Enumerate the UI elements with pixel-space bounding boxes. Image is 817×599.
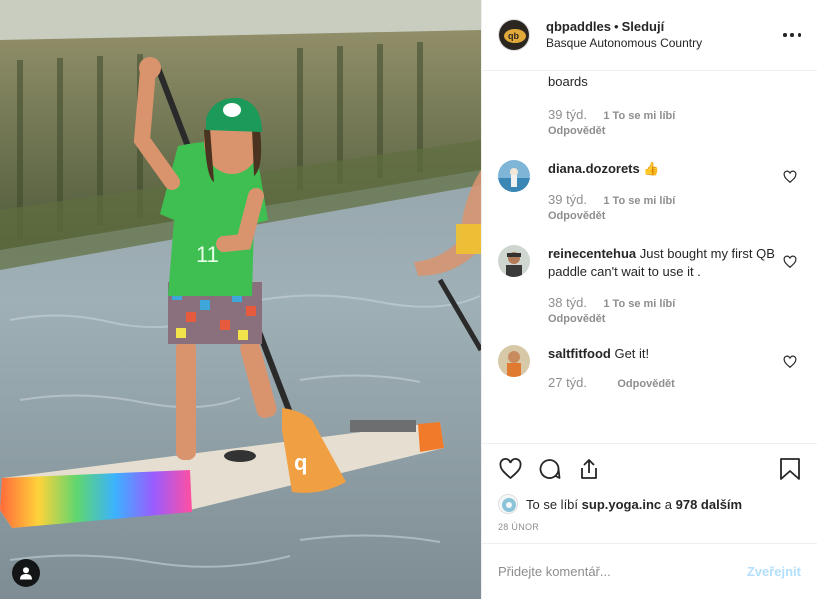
comment-time[interactable]: 39 týd. xyxy=(548,192,587,207)
comment-likes[interactable]: 1 To se mi líbí xyxy=(603,298,675,310)
svg-text:11: 11 xyxy=(196,242,219,267)
commenter-username[interactable]: saltfitfood xyxy=(548,346,611,361)
more-options-icon[interactable] xyxy=(783,26,801,44)
liker-username[interactable]: sup.yoga.inc xyxy=(582,497,661,512)
post-modal: q 11 qb qbpaddles • Sledují Basque Auton… xyxy=(0,0,817,599)
commenter-avatar[interactable] xyxy=(498,345,530,377)
comment-text: Get it! xyxy=(614,346,650,361)
comment-likes[interactable]: 1 To se mi líbí xyxy=(603,195,675,207)
likes-count[interactable]: 978 dalším xyxy=(676,497,743,512)
reply-button[interactable]: Odpovědět xyxy=(548,209,781,224)
comment-time[interactable]: 39 týd. xyxy=(548,107,587,122)
comment-icon[interactable] xyxy=(537,457,562,481)
heart-icon[interactable] xyxy=(783,255,797,269)
comment-text: boards xyxy=(548,74,588,89)
following-button[interactable]: Sledují xyxy=(622,19,665,34)
user-tag-icon xyxy=(20,567,32,580)
post-comment-button[interactable]: Zveřejnit xyxy=(747,564,801,579)
comment-item: diana.dozorets 👍 39 týd. 1 To se mi líbí… xyxy=(498,160,801,224)
likes-connector: a xyxy=(664,496,672,512)
add-comment-form: Zveřejnit xyxy=(482,543,817,599)
svg-text:q: q xyxy=(294,450,307,475)
comments-list[interactable]: boards 39 týd. 1 To se mi líbí Odpovědět… xyxy=(482,71,817,443)
reply-button[interactable]: Odpovědět xyxy=(548,124,781,139)
author-avatar[interactable]: qb xyxy=(498,19,530,51)
sup-child-photo: q 11 xyxy=(0,0,481,599)
comment-time[interactable]: 38 týd. xyxy=(548,295,587,310)
comment-item: boards 39 týd. 1 To se mi líbí Odpovědět xyxy=(498,73,801,139)
post-location[interactable]: Basque Autonomous Country xyxy=(546,35,801,52)
comment-likes[interactable]: 1 To se mi líbí xyxy=(603,110,675,122)
commenter-avatar[interactable] xyxy=(498,160,530,192)
likes-prefix: To se líbí xyxy=(526,496,579,512)
header-separator: • xyxy=(614,19,619,34)
commenter-username[interactable]: diana.dozorets xyxy=(548,161,640,176)
comment-input[interactable] xyxy=(498,564,747,579)
comment-item: saltfitfood Get it! 27 týd. Odpovědět xyxy=(498,345,801,392)
post-header: qb qbpaddles • Sledují Basque Autonomous C… xyxy=(482,0,817,71)
heart-icon[interactable] xyxy=(783,355,797,369)
bookmark-icon[interactable] xyxy=(779,457,801,481)
post-photo[interactable]: q 11 xyxy=(0,0,481,599)
heart-icon[interactable] xyxy=(783,170,797,184)
comment-time[interactable]: 27 týd. xyxy=(548,375,587,390)
commenter-username[interactable]: reinecentehua xyxy=(548,246,636,261)
svg-text:qb: qb xyxy=(508,31,519,41)
heart-icon[interactable] xyxy=(498,457,523,481)
comment-text: 👍 xyxy=(643,161,660,176)
comment-item: reinecentehua Just bought my first QB pa… xyxy=(498,245,801,327)
author-username[interactable]: qbpaddles xyxy=(546,19,611,34)
liker-avatar[interactable] xyxy=(498,494,518,514)
post-actions-bar xyxy=(482,443,817,490)
reply-button[interactable]: Odpovědět xyxy=(548,312,781,327)
share-icon[interactable] xyxy=(577,457,601,481)
reply-button[interactable]: Odpovědět xyxy=(617,378,674,390)
commenter-avatar[interactable] xyxy=(498,245,530,277)
post-date[interactable]: 28 ÚNOR xyxy=(482,518,817,542)
user-tag-button[interactable] xyxy=(12,559,40,587)
post-side-panel: qb qbpaddles • Sledují Basque Autonomous C… xyxy=(481,0,817,599)
likes-summary: To se líbí sup.yoga.inc a 978 dalším xyxy=(482,490,817,518)
